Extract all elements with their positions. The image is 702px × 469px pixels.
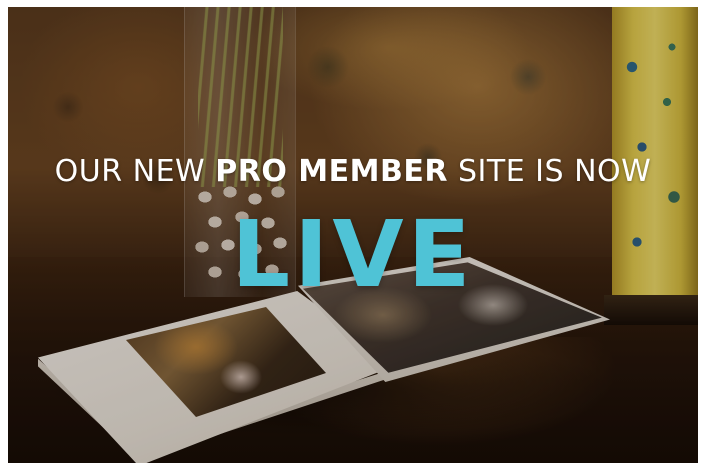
banner-image: OUR NEW PRO MEMBER SITE IS NOW LIVE bbox=[8, 7, 698, 463]
headline-part-2: SITE IS NOW bbox=[447, 154, 652, 189]
live-highlight: LIVE bbox=[231, 201, 475, 308]
headline-part-1: OUR NEW bbox=[54, 154, 216, 189]
headline-pro-member: PRO MEMBER bbox=[215, 154, 448, 189]
headline: OUR NEW PRO MEMBER SITE IS NOW bbox=[8, 154, 698, 190]
